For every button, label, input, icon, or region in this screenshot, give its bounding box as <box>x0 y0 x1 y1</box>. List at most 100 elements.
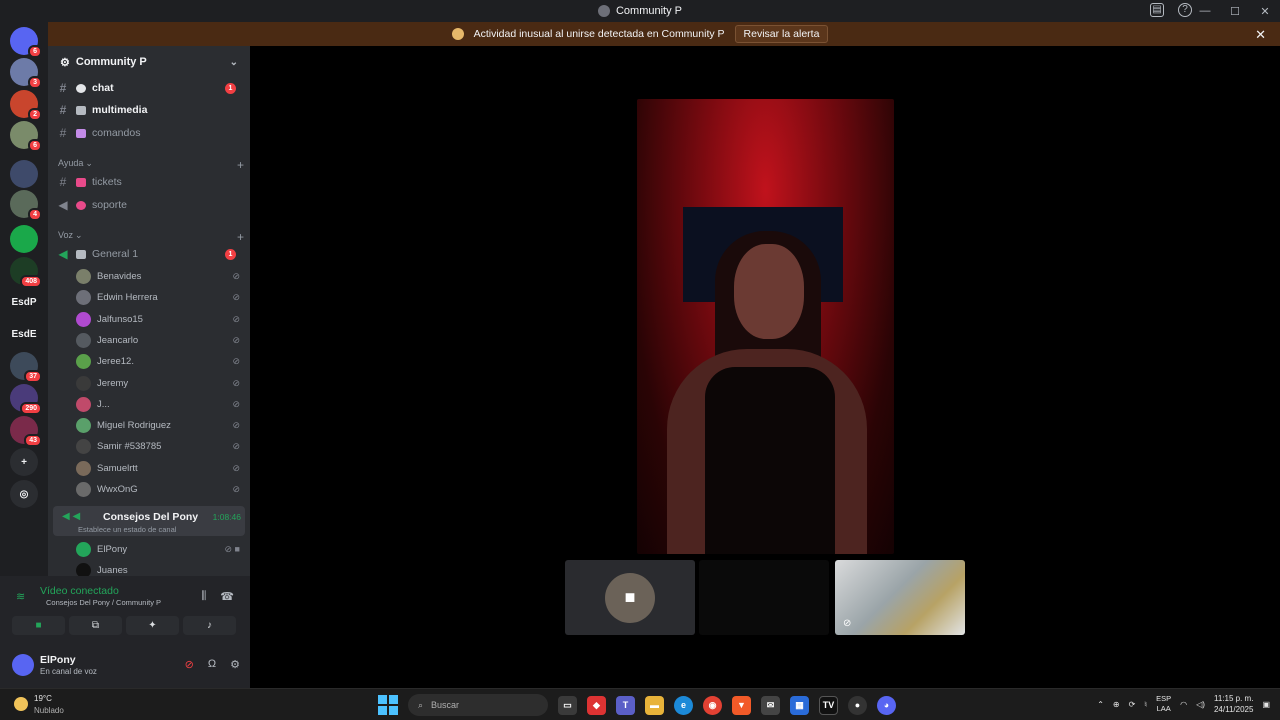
noise-suppression-icon[interactable]: ⫼ <box>201 590 206 603</box>
wifi-icon[interactable]: ◠ <box>1180 700 1187 709</box>
volume-icon[interactable]: ◁) <box>1196 700 1205 709</box>
server-icon[interactable]: 3 <box>10 58 42 89</box>
server-icon[interactable]: EsdP <box>10 288 38 316</box>
channel-tickets[interactable]: # tickets <box>56 172 244 192</box>
close-alert-icon[interactable]: ✕ <box>1255 27 1266 43</box>
channel-comandos[interactable]: # comandos <box>56 123 244 143</box>
server-icon[interactable]: EsdE <box>10 320 38 348</box>
voice-member[interactable]: Samir #538785 ⊘ <box>76 437 240 456</box>
weather-widget[interactable]: 19°C Nublado <box>14 694 64 715</box>
close-window-button[interactable]: ✕ <box>1250 5 1280 18</box>
server-icon[interactable]: 6 <box>10 121 42 152</box>
screen-share-button[interactable]: ⧉ <box>69 616 122 635</box>
add-channel-icon[interactable]: + <box>237 158 244 172</box>
voice-member[interactable]: Miguel Rodriguez ⊘ <box>76 416 240 435</box>
avatar <box>76 354 91 370</box>
user-area[interactable]: ElPony En canal de voz ⊘ Ω ⚙ <box>10 650 240 680</box>
teams-icon[interactable]: T <box>616 695 635 715</box>
server-icon[interactable] <box>10 225 38 253</box>
member-name: Samuelrtt <box>97 462 138 474</box>
clock[interactable]: 11:15 p. m. 24/11/2025 <box>1214 693 1253 715</box>
voice-member[interactable]: Jalfunso15 ⊘ <box>76 310 240 329</box>
category-voz[interactable]: Voz ⌄ + <box>58 230 244 244</box>
server-icon[interactable]: ◎ <box>10 480 38 508</box>
ticket-icon <box>76 177 86 187</box>
voice-member[interactable]: Jeremy ⊘ <box>76 374 240 393</box>
folder-icon[interactable]: ▬ <box>645 695 664 715</box>
server-icon[interactable]: 6 <box>10 27 42 58</box>
mic-icon[interactable]: ♮ <box>1144 700 1147 709</box>
mention-badge: 37 <box>24 370 42 383</box>
search-icon: ⌕ <box>418 699 424 710</box>
channel-label: comandos <box>92 127 141 139</box>
channel-status-text[interactable]: Establece un estado de canal <box>78 525 176 534</box>
chrome-icon[interactable]: ◉ <box>703 695 722 715</box>
voice-member[interactable]: Benavides ⊘ <box>76 267 240 286</box>
mic-muted-icon[interactable]: ⊘ <box>185 658 194 671</box>
muted-mic-icon: ⊘ <box>232 356 240 367</box>
app-icon-red[interactable]: ◆ <box>587 695 606 715</box>
inbox-icon[interactable]: ▤ <box>1150 3 1164 17</box>
server-icon[interactable]: 290 <box>10 384 42 415</box>
voice-member[interactable]: Edwin Herrera ⊘ <box>76 288 240 307</box>
github-icon[interactable]: ● <box>848 695 867 715</box>
channel-multimedia[interactable]: # multimedia <box>56 100 244 120</box>
participant-tile[interactable] <box>699 560 829 635</box>
start-button[interactable] <box>378 695 398 715</box>
language-indicator[interactable]: ESP LAA <box>1156 694 1171 714</box>
camera-button[interactable]: ■ <box>12 616 65 635</box>
edge-icon[interactable]: e <box>674 695 693 715</box>
participant-tile[interactable]: ■ <box>565 560 695 635</box>
mention-badge: 290 <box>20 402 42 415</box>
review-alert-button[interactable]: Revisar la alerta <box>734 25 829 43</box>
tradingview-icon[interactable]: TV <box>819 695 838 715</box>
network-icon[interactable]: ⊕ <box>1113 700 1120 709</box>
server-icon[interactable]: 2 <box>10 90 42 121</box>
voice-member[interactable]: ElPony ⊘ ■ <box>76 540 240 559</box>
voice-member[interactable]: Samuelrtt ⊘ <box>76 459 240 478</box>
gear-icon[interactable]: ⚙ <box>230 658 240 671</box>
main-video-feed[interactable] <box>637 99 894 554</box>
activities-button[interactable]: ✦ <box>126 616 179 635</box>
mail-icon[interactable]: ✉ <box>761 695 780 715</box>
task-view-icon[interactable]: ▭ <box>558 695 577 715</box>
voice-member[interactable]: Jeree12. ⊘ <box>76 352 240 371</box>
category-ayuda[interactable]: Ayuda ⌄ + <box>58 158 244 172</box>
minimize-button[interactable]: — <box>1190 5 1220 17</box>
server-icon[interactable]: 4 <box>10 190 42 221</box>
avatar[interactable] <box>12 654 34 676</box>
voice-member[interactable]: J... ⊘ <box>76 395 240 414</box>
channel-label: soporte <box>92 199 128 211</box>
brave-icon[interactable]: ▼ <box>732 695 751 715</box>
chevron-up-icon[interactable]: ⌃ <box>1097 700 1104 709</box>
voice-member[interactable]: Jeancarlo ⊘ <box>76 331 240 350</box>
notifications-icon[interactable]: ▣ <box>1262 700 1270 709</box>
discord-icon[interactable]: ◕ <box>877 695 896 715</box>
maximize-button[interactable]: ☐ <box>1220 5 1250 18</box>
voice-channel-general[interactable]: ◀ General 1 1 <box>56 244 244 264</box>
voice-status[interactable]: Vídeo conectado <box>40 585 119 597</box>
muted-mic-icon: ⊘ <box>232 420 240 431</box>
server-icon[interactable]: 43 <box>10 416 42 447</box>
server-icon[interactable]: + <box>10 448 38 476</box>
voice-channel-consejos[interactable]: ◀ ◀ Consejos Del Pony 1:08:46 Establece … <box>53 506 245 536</box>
signal-icon[interactable]: ≋ <box>16 590 25 603</box>
disconnect-icon[interactable]: ☎ <box>220 590 234 603</box>
server-icon[interactable]: 37 <box>10 352 42 383</box>
muted-mic-icon: ⊘ <box>232 484 240 494</box>
store-icon[interactable]: ▦ <box>790 695 809 715</box>
server-icon[interactable]: 408 <box>10 257 42 288</box>
voice-member[interactable]: WwxOnG ⊘ <box>76 480 240 499</box>
channel-soporte[interactable]: ◀ soporte <box>56 195 244 215</box>
soundboard-button[interactable]: ♪ <box>183 616 236 635</box>
sync-icon[interactable]: ⟳ <box>1129 700 1136 709</box>
avatar <box>76 542 91 557</box>
search-box[interactable]: ⌕ Buscar <box>408 694 548 716</box>
server-icon[interactable] <box>10 160 38 188</box>
headphones-icon[interactable]: Ω <box>208 658 216 671</box>
participant-tile[interactable]: ⊘ <box>835 560 965 635</box>
phone-icon <box>76 200 86 210</box>
server-header[interactable]: ⚙ Community P ⌄ <box>48 46 250 78</box>
channel-chat[interactable]: # chat 1 <box>56 78 244 98</box>
add-channel-icon[interactable]: + <box>237 230 244 244</box>
